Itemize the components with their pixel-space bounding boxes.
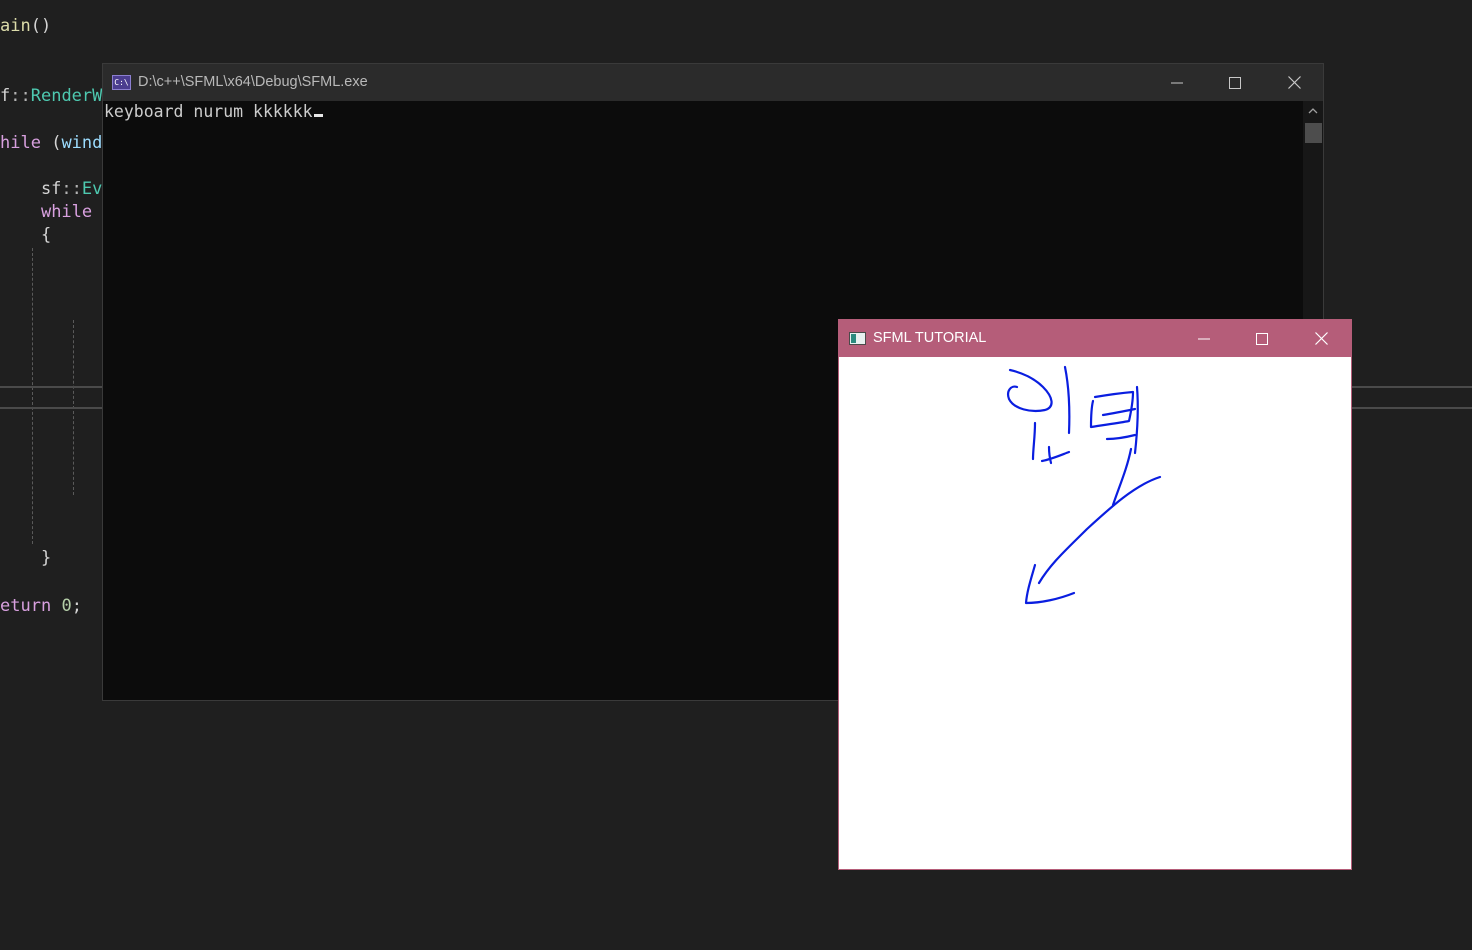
code-token: eturn [0,596,52,616]
code-token: while [40,202,93,222]
code-line: } [0,502,113,522]
scroll-up-arrow-icon[interactable] [1308,106,1318,116]
drawn-stroke [1047,445,1053,465]
maximize-icon [1229,76,1241,89]
code-token: RenderWi [30,86,113,106]
code-token: () [30,16,52,36]
code-token: } [0,548,52,568]
code-line: eturn 0; [0,596,82,616]
code-line: hile (windo [0,133,113,153]
maximize-button[interactable] [1206,64,1264,101]
code-line: } [0,548,51,568]
code-token: ; [71,596,82,616]
freehand-drawing [1007,365,1162,605]
drawn-stroke [1007,368,1053,413]
window-app-icon [849,332,866,345]
drawn-stroke [1031,421,1037,461]
drawing-canvas[interactable] [839,357,1351,869]
code-line: ain() [0,16,51,36]
console-app-icon: C:\ [112,75,131,90]
close-button[interactable] [1265,64,1323,101]
console-title: D:\c++\SFML\x64\Debug\SFML.exe [138,74,368,90]
sfml-window[interactable]: SFML TUTORIAL [838,319,1352,870]
drawn-stroke [1040,450,1071,463]
sfml-title: SFML TUTORIAL [873,330,987,346]
scrollbar-thumb[interactable] [1305,123,1322,143]
minimize-icon [1198,338,1210,339]
drawn-stroke [1063,365,1071,435]
code-token: sf [0,179,62,199]
minimize-button[interactable] [1175,320,1233,357]
code-token: } [0,502,113,522]
drawn-stroke [1037,475,1162,585]
code-token: 0 [61,596,72,616]
drawn-stroke [1024,563,1076,605]
code-line: { [0,225,51,245]
indent-guide [32,248,33,544]
code-token: hile [0,133,41,153]
code-token: f [0,86,11,106]
text-cursor [313,114,323,117]
console-titlebar[interactable]: C:\ D:\c++\SFML\x64\Debug\SFML.exe [103,64,1323,101]
maximize-button[interactable] [1233,320,1291,357]
code-line: { [0,271,113,291]
drawn-stroke [1089,390,1135,429]
code-token: ( [40,133,62,153]
drawn-stroke [1105,433,1137,441]
code-token: :: [10,86,31,106]
code-line: f::RenderWi [0,86,113,106]
close-button[interactable] [1292,320,1350,357]
minimize-button[interactable] [1148,64,1206,101]
console-output-line: keyboard nurum kkkkkk [104,102,323,122]
minimize-icon [1171,82,1183,83]
code-token: { [0,271,113,291]
console-output-text: keyboard nurum kkkkkk [104,102,313,121]
drawn-stroke [1111,447,1133,507]
sfml-titlebar[interactable]: SFML TUTORIAL [839,320,1351,357]
maximize-icon [1256,332,1268,345]
close-icon [1287,76,1301,89]
code-token: { [0,225,52,245]
code-token: ain [0,16,31,36]
close-icon [1314,332,1328,345]
drawn-stroke [1133,385,1139,455]
code-token: :: [61,179,82,199]
